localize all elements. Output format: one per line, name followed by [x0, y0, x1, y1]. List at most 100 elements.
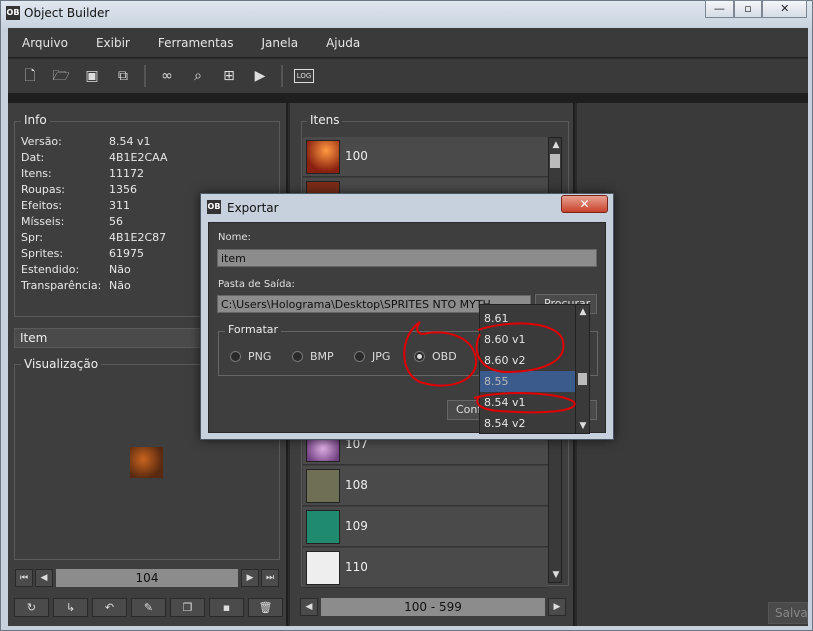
- radio-icon: [354, 351, 365, 362]
- info-key: Efeitos:: [21, 199, 63, 212]
- grid-icon[interactable]: ⊞: [219, 66, 239, 86]
- item-preview-sprite: [130, 447, 163, 478]
- version-option-highlighted[interactable]: 8.55: [480, 371, 575, 392]
- info-row: Transparência: Não: [21, 279, 131, 292]
- first-page-button[interactable]: ⏮: [15, 569, 33, 587]
- edit-icon[interactable]: ✎: [131, 598, 166, 617]
- minimize-button[interactable]: —: [705, 0, 734, 18]
- item-thumbnail: [306, 510, 340, 544]
- version-option[interactable]: 8.60 v1: [480, 329, 575, 350]
- next-range-button[interactable]: ▶: [548, 598, 566, 616]
- info-row: Versão: 8.54 v1: [21, 135, 151, 148]
- save-button[interactable]: Salvar: [768, 602, 808, 624]
- info-key: Roupas:: [21, 183, 66, 196]
- scroll-thumb[interactable]: [550, 154, 560, 168]
- scroll-up-icon[interactable]: ▲: [576, 305, 590, 319]
- scroll-up-icon[interactable]: ▲: [549, 138, 563, 152]
- info-row: Efeitos: 311: [21, 199, 130, 212]
- scroll-thumb[interactable]: [578, 373, 587, 385]
- menu-exibir[interactable]: Exibir: [96, 36, 130, 50]
- menu-arquivo[interactable]: Arquivo: [22, 36, 68, 50]
- item-thumbnail: [306, 551, 340, 585]
- info-key: Spr:: [21, 231, 43, 244]
- list-item[interactable]: 109: [303, 507, 548, 547]
- format-png-radio[interactable]: PNG: [230, 350, 271, 363]
- dialog-title: Exportar: [227, 201, 279, 215]
- version-option[interactable]: 8.61: [480, 308, 575, 329]
- next-button[interactable]: ▶: [241, 569, 259, 587]
- format-bmp-radio[interactable]: BMP: [292, 350, 334, 363]
- info-value: Não: [109, 279, 131, 292]
- item-id: 110: [345, 560, 368, 574]
- confirm-button[interactable]: Confirmar: [447, 400, 481, 420]
- list-item[interactable]: 108: [303, 466, 548, 506]
- item-actions: ↻ ↳ ↶ ✎ ❐ ▪ 🗑: [14, 598, 283, 617]
- maximize-button[interactable]: ▫: [733, 0, 763, 18]
- binoculars-icon[interactable]: ∞: [157, 66, 177, 86]
- menu-ferramentas[interactable]: Ferramentas: [158, 36, 234, 50]
- trash-icon[interactable]: 🗑: [248, 598, 283, 617]
- item-number-field[interactable]: 104: [56, 569, 238, 587]
- last-page-button[interactable]: ⏭: [261, 569, 279, 587]
- info-row: Dat: 4B1E2CAA: [21, 151, 168, 164]
- menu-bar: Arquivo Exibir Ferramentas Janela Ajuda: [8, 28, 808, 58]
- dialog-close-button[interactable]: ✕: [561, 195, 608, 213]
- replace-icon[interactable]: ↻: [14, 598, 49, 617]
- window-controls: — ▫ ✕: [705, 0, 808, 18]
- info-key: Mísseis:: [21, 215, 65, 228]
- prev-button[interactable]: ◀: [35, 569, 53, 587]
- items-range-field: 100 - 599: [321, 598, 545, 616]
- format-obd-radio[interactable]: OBD: [414, 350, 457, 363]
- list-item[interactable]: 110: [303, 548, 548, 588]
- format-label: Formatar: [225, 323, 282, 336]
- close-window-button[interactable]: ✕: [762, 0, 808, 18]
- panel-header-strip: [8, 93, 808, 103]
- toolbar-separator: [281, 65, 283, 87]
- dropdown-scrollbar[interactable]: ▲ ▼: [575, 305, 589, 433]
- info-key: Itens:: [21, 167, 52, 180]
- info-value: 11172: [109, 167, 144, 180]
- item-id: 108: [345, 478, 368, 492]
- scroll-down-icon[interactable]: ▼: [549, 568, 563, 582]
- scroll-down-icon[interactable]: ▼: [576, 419, 590, 433]
- search-icon[interactable]: ⌕: [188, 66, 208, 86]
- list-item[interactable]: [303, 178, 548, 194]
- output-folder-label: Pasta de Saída:: [218, 279, 295, 290]
- undo-icon[interactable]: ↶: [92, 598, 127, 617]
- radio-icon: [230, 351, 241, 362]
- duplicate-icon[interactable]: ❐: [170, 598, 205, 617]
- info-key: Versão:: [21, 135, 62, 148]
- info-title: Info: [21, 113, 50, 127]
- info-key: Transparência:: [21, 279, 102, 292]
- new-file-icon[interactable]: 🗋: [20, 66, 40, 86]
- info-value: 311: [109, 199, 130, 212]
- info-value: 1356: [109, 183, 137, 196]
- save-as-icon[interactable]: ⧉: [113, 66, 133, 86]
- dialog-logo-icon: OB: [207, 200, 221, 214]
- play-icon[interactable]: ▶: [250, 66, 270, 86]
- list-item[interactable]: 100: [303, 137, 548, 177]
- name-field[interactable]: item: [217, 249, 597, 267]
- preview-title: Visualização: [21, 357, 102, 371]
- info-value: 61975: [109, 247, 144, 260]
- menu-ajuda[interactable]: Ajuda: [326, 36, 360, 50]
- info-value: Não: [109, 263, 131, 276]
- import-icon[interactable]: ↳: [53, 598, 88, 617]
- radio-selected-icon: [414, 351, 425, 362]
- format-jpg-radio[interactable]: JPG: [354, 350, 390, 363]
- version-option[interactable]: 8.60 v2: [480, 350, 575, 371]
- info-key: Estendido:: [21, 263, 80, 276]
- item-thumbnail: [306, 469, 340, 503]
- save-icon[interactable]: ▣: [82, 66, 102, 86]
- log-icon[interactable]: LOG: [294, 69, 314, 83]
- version-option[interactable]: 8.54 v1: [480, 392, 575, 413]
- menu-janela[interactable]: Janela: [261, 36, 298, 50]
- item-thumbnail: [306, 140, 340, 174]
- open-folder-icon[interactable]: 🗁: [51, 66, 71, 86]
- app-logo-icon: OB: [6, 6, 20, 20]
- version-option[interactable]: 8.54 v2: [480, 413, 575, 434]
- name-label: Nome:: [218, 232, 251, 243]
- prev-range-button[interactable]: ◀: [300, 598, 318, 616]
- new-item-icon[interactable]: ▪: [209, 598, 244, 617]
- item-id: 100: [345, 149, 368, 163]
